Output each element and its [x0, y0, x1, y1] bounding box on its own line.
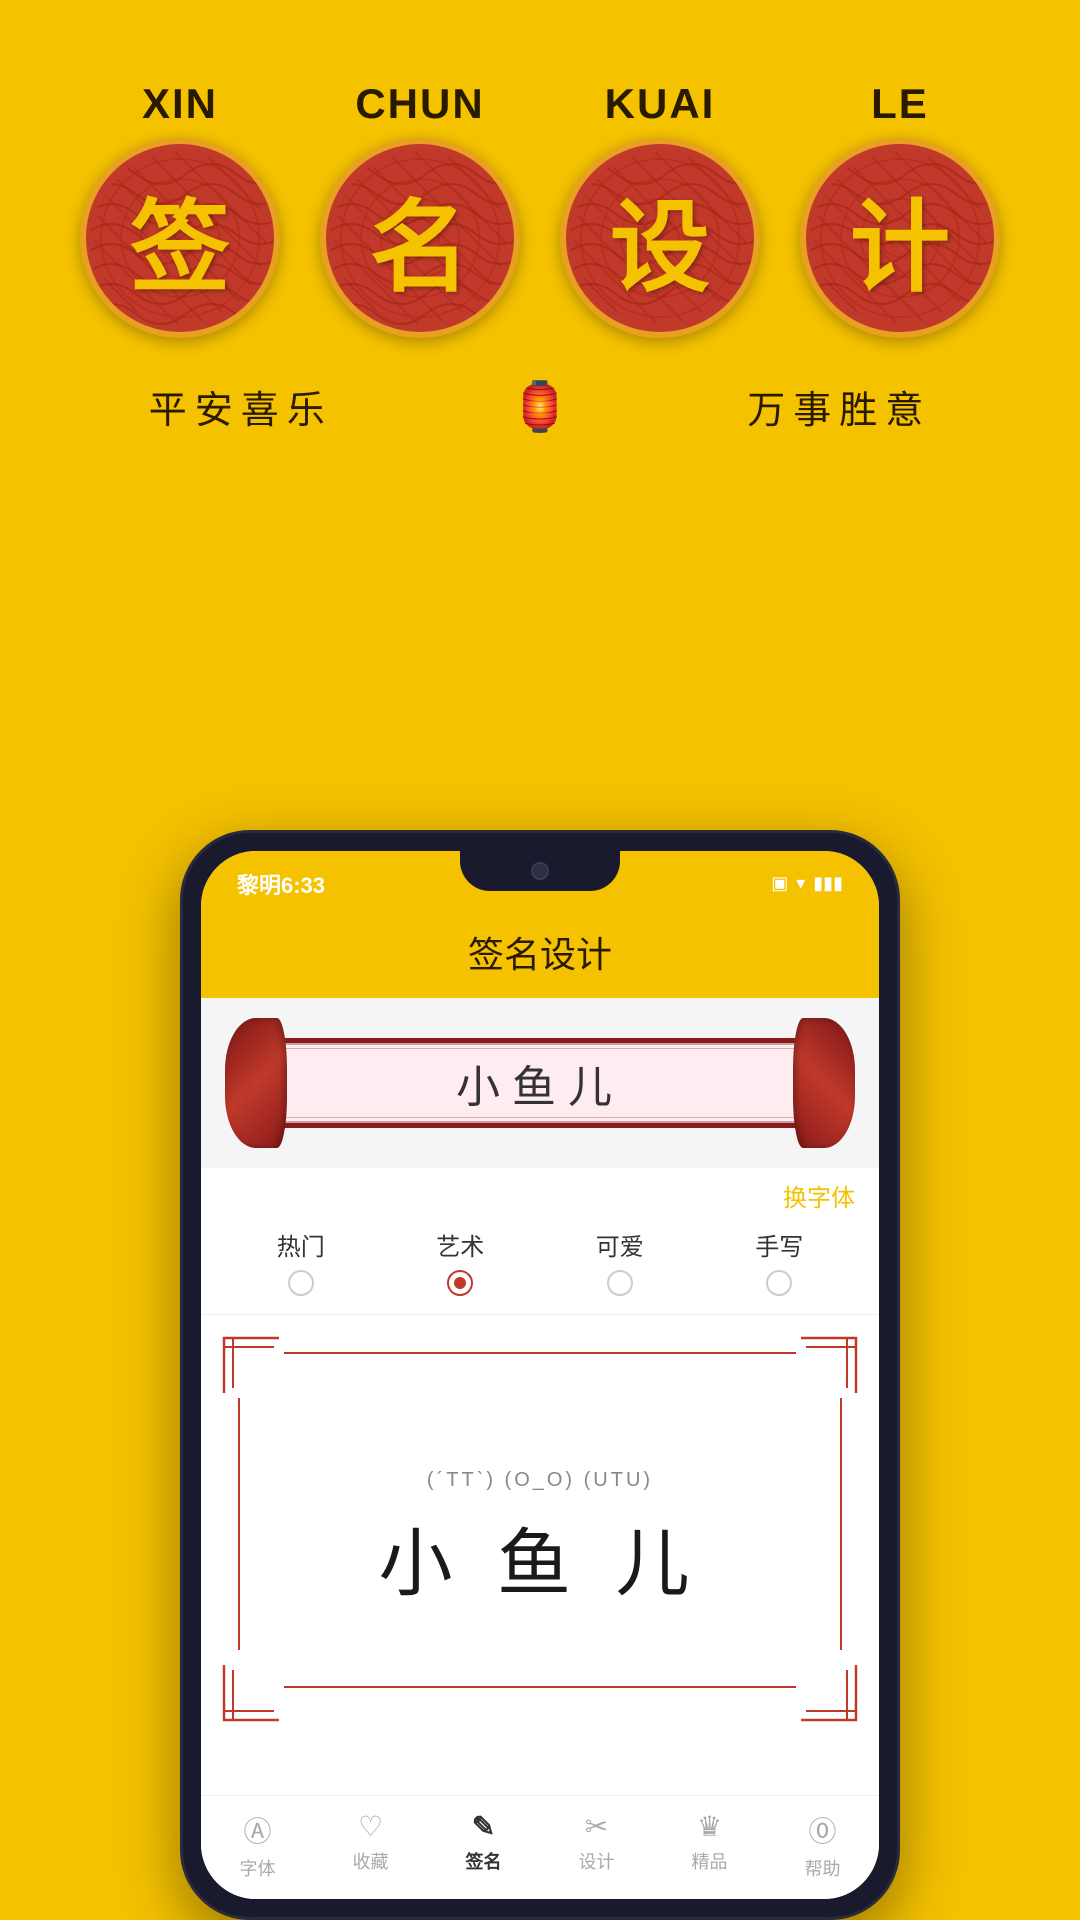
corner-ornament-bl: [219, 1660, 284, 1725]
scroll-name-text: 小鱼儿: [456, 1051, 624, 1115]
premium-icon: ♛: [697, 1810, 722, 1843]
char-item-2: CHUN: [320, 80, 520, 338]
tab-art-dot-inner: [454, 1277, 466, 1289]
status-time: 黎明6:33: [237, 868, 325, 900]
tab-hot-dot: [288, 1270, 314, 1296]
nav-item-premium[interactable]: ♛ 精品: [692, 1810, 728, 1881]
preview-emotion-text: (´TT`) (O_O) (UTU): [378, 1469, 701, 1492]
bottom-nav: Ⓐ 字体 ♡ 收藏 ✎ 签名 ✂ 设计 ♛ 精品: [201, 1795, 879, 1899]
signal-icon: ▮▮▮: [813, 873, 843, 894]
char-circle-2: 名: [320, 138, 520, 338]
help-icon: ⓪: [808, 1810, 836, 1850]
scroll-rod-left: [225, 1018, 287, 1148]
tab-hot[interactable]: 热门: [277, 1227, 325, 1296]
app-screen: 黎明6:33 ▣ ▾ ▮▮▮ 签名设计: [201, 851, 879, 1899]
corner-ornament-tl: [219, 1333, 284, 1398]
status-icons: ▣ ▾ ▮▮▮: [771, 873, 843, 894]
tab-hot-label: 热门: [277, 1227, 325, 1262]
char-circle-4: 计: [800, 138, 1000, 338]
app-header: 签名设计: [201, 906, 879, 998]
nav-item-sign[interactable]: ✎ 签名: [466, 1810, 502, 1881]
char-4: 计: [850, 166, 950, 311]
char-circle-1: 签: [80, 138, 280, 338]
subtitle-right: 万事胜意: [747, 379, 931, 434]
char-1: 签: [130, 166, 230, 311]
border-bottom: [284, 1686, 796, 1688]
scroll-banner-section[interactable]: 小鱼儿: [201, 998, 879, 1168]
char-item-4: LE: [800, 80, 1000, 338]
nav-font-label: 字体: [240, 1855, 276, 1881]
char-2: 名: [370, 166, 470, 311]
pinyin-character-row: XIN: [60, 80, 1020, 338]
pinyin-le: LE: [871, 80, 929, 128]
sign-icon: ✎: [472, 1810, 495, 1843]
pinyin-chun: CHUN: [355, 80, 484, 128]
scroll-banner: 小鱼儿: [225, 1018, 855, 1148]
nav-item-favorite[interactable]: ♡ 收藏: [353, 1810, 389, 1881]
tab-art[interactable]: 艺术: [436, 1227, 484, 1296]
corner-ornament-br: [796, 1660, 861, 1725]
change-font-row: 换字体: [201, 1168, 879, 1219]
font-tabs: 热门 艺术 可爱 手写: [201, 1219, 879, 1315]
app-title: 签名设计: [468, 934, 612, 975]
tab-cute-dot: [607, 1270, 633, 1296]
pinyin-xin: XIN: [142, 80, 218, 128]
crown-icon: 🏮: [510, 378, 570, 435]
notch: [460, 851, 620, 891]
wifi-icon: ▾: [796, 873, 805, 894]
preview-name-text: 小 鱼 儿: [378, 1504, 701, 1611]
tab-art-dot: [447, 1270, 473, 1296]
camera-dot: [531, 862, 549, 880]
tab-handwrite-dot: [766, 1270, 792, 1296]
char-item-3: KUAI: [560, 80, 760, 338]
char-circle-3: 设: [560, 138, 760, 338]
nav-sign-label: 签名: [466, 1848, 502, 1874]
tab-handwrite-label: 手写: [755, 1227, 803, 1262]
subtitle-row: 平安喜乐 🏮 万事胜意: [60, 378, 1020, 435]
favorite-icon: ♡: [358, 1810, 383, 1843]
phone-mockup-container: 黎明6:33 ▣ ▾ ▮▮▮ 签名设计: [180, 830, 900, 1920]
phone-mockup: 黎明6:33 ▣ ▾ ▮▮▮ 签名设计: [180, 830, 900, 1920]
corner-ornament-tr: [796, 1333, 861, 1398]
change-font-button[interactable]: 换字体: [783, 1178, 855, 1213]
subtitle-left: 平安喜乐: [149, 379, 333, 434]
top-section: XIN: [0, 0, 1080, 475]
design-icon: ✂: [585, 1810, 608, 1843]
battery-icon: ▣: [771, 873, 788, 894]
status-bar-area: 黎明6:33 ▣ ▾ ▮▮▮: [201, 851, 879, 906]
border-left: [238, 1398, 240, 1650]
char-item-1: XIN: [80, 80, 280, 338]
tab-cute-label: 可爱: [596, 1227, 644, 1262]
nav-item-help[interactable]: ⓪ 帮助: [805, 1810, 841, 1881]
tab-handwrite[interactable]: 手写: [755, 1227, 803, 1296]
nav-premium-label: 精品: [692, 1848, 728, 1874]
scroll-body: 小鱼儿: [273, 1038, 807, 1128]
pinyin-kuai: KUAI: [605, 80, 716, 128]
border-right: [840, 1398, 842, 1650]
tab-art-label: 艺术: [436, 1227, 484, 1262]
nav-item-font[interactable]: Ⓐ 字体: [240, 1810, 276, 1881]
preview-content: (´TT`) (O_O) (UTU) 小 鱼 儿: [378, 1469, 701, 1611]
tab-cute[interactable]: 可爱: [596, 1227, 644, 1296]
scroll-rod-right: [793, 1018, 855, 1148]
font-icon: Ⓐ: [243, 1810, 271, 1850]
nav-design-label: 设计: [579, 1848, 615, 1874]
scroll-inner: 小鱼儿: [278, 1043, 802, 1123]
char-3: 设: [610, 166, 710, 311]
nav-item-design[interactable]: ✂ 设计: [579, 1810, 615, 1881]
nav-help-label: 帮助: [805, 1855, 841, 1881]
border-top: [284, 1352, 796, 1354]
nav-favorite-label: 收藏: [353, 1848, 389, 1874]
preview-area: (´TT`) (O_O) (UTU) 小 鱼 儿: [201, 1315, 879, 1795]
